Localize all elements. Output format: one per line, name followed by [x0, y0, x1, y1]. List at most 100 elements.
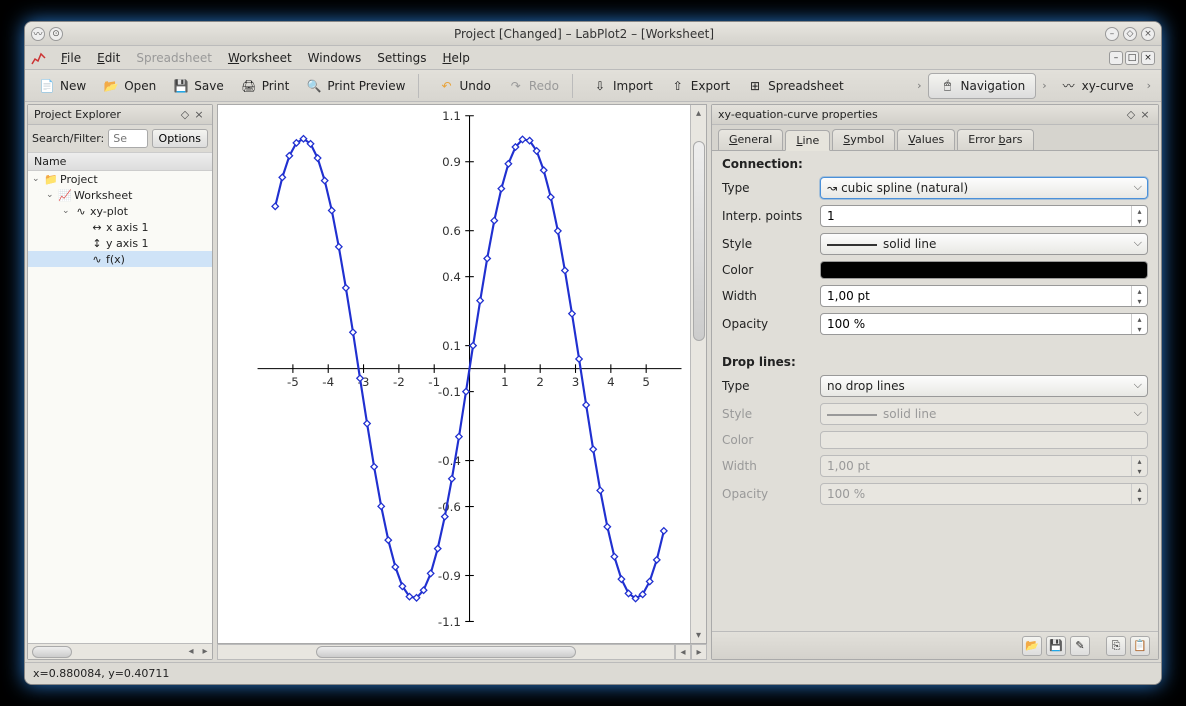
tree-header-name[interactable]: Name — [28, 152, 212, 171]
menu-spreadsheet: Spreadsheet — [130, 49, 218, 67]
explorer-hscrollbar[interactable]: ◂▸ — [28, 643, 212, 659]
project-explorer-panel: Project Explorer ◇ × Search/Filter: Opti… — [27, 104, 213, 660]
app-menu-icon[interactable]: 〰 — [31, 27, 45, 41]
svg-text:0.9: 0.9 — [442, 155, 461, 169]
style-label: Style — [722, 237, 812, 251]
folder-open-button[interactable]: 📂 — [1022, 636, 1042, 656]
property-tabs: General Line Symbol Values Error bars — [712, 125, 1158, 151]
plot-vscrollbar[interactable]: ▴▾ — [690, 105, 706, 643]
menubar: File Edit Spreadsheet Worksheet Windows … — [25, 46, 1161, 70]
tab-errorbars[interactable]: Error bars — [957, 129, 1033, 150]
save-template-button[interactable]: 💾 — [1046, 636, 1066, 656]
svg-text:5: 5 — [642, 375, 650, 389]
project-explorer-title: Project Explorer — [34, 108, 121, 121]
panel-close-icon[interactable]: × — [192, 108, 206, 122]
drop-type-label: Type — [722, 379, 812, 393]
copy-button[interactable]: ⎘ — [1106, 636, 1126, 656]
xycurve-button[interactable]: 〰xy-curve — [1053, 73, 1141, 99]
svg-text:1.1: 1.1 — [442, 109, 461, 123]
svg-text:0.1: 0.1 — [442, 339, 461, 353]
tree-item-xaxis[interactable]: ↔x axis 1 — [28, 219, 212, 235]
svg-text:-0.9: -0.9 — [438, 569, 461, 583]
connection-style-select[interactable]: solid line — [820, 233, 1148, 255]
tree-item-yaxis[interactable]: ↕y axis 1 — [28, 235, 212, 251]
droplines-heading: Drop lines: — [722, 355, 1148, 369]
properties-panel: xy-equation-curve properties ◇ × General… — [711, 104, 1159, 660]
connection-color-picker[interactable] — [820, 261, 1148, 279]
spreadsheet-button[interactable]: ⊞Spreadsheet — [739, 73, 851, 99]
print-preview-button[interactable]: 🔍Print Preview — [298, 73, 412, 99]
scroll-right-icon[interactable]: ▸ — [691, 644, 707, 660]
close-icon[interactable]: × — [1141, 27, 1155, 41]
tree-item-fx[interactable]: ∿f(x) — [28, 251, 212, 267]
chart-svg: -5-4-3-2-112345-1.1-0.9-0.6-0.4-0.10.10.… — [218, 105, 706, 643]
interp-label: Interp. points — [722, 209, 812, 223]
import-button[interactable]: ⇩Import — [584, 73, 660, 99]
paste-button[interactable]: 📋 — [1130, 636, 1150, 656]
titlebar[interactable]: 〰 ⊙ Project [Changed] – LabPlot2 – [Work… — [25, 22, 1161, 46]
scroll-left-icon[interactable]: ◂ — [675, 644, 691, 660]
menu-settings[interactable]: Settings — [371, 49, 432, 67]
tree-item-worksheet[interactable]: ⌄📈Worksheet — [28, 187, 212, 203]
edit-button[interactable]: ✎ — [1070, 636, 1090, 656]
search-input[interactable] — [108, 129, 147, 148]
folder-icon: 📁 — [44, 172, 58, 186]
panel-float-icon[interactable]: ◇ — [1124, 108, 1138, 122]
connection-type-select[interactable]: ↝cubic spline (natural) — [820, 177, 1148, 199]
tab-values[interactable]: Values — [897, 129, 955, 150]
chevron-right-icon[interactable]: › — [1143, 79, 1155, 92]
search-label: Search/Filter: — [32, 132, 104, 145]
minimize-icon[interactable]: – — [1105, 27, 1119, 41]
menu-windows[interactable]: Windows — [302, 49, 368, 67]
menu-file[interactable]: File — [55, 49, 87, 67]
save-button[interactable]: 💾Save — [165, 73, 230, 99]
panel-close-icon[interactable]: × — [1138, 108, 1152, 122]
connection-width-input[interactable]: ▴▾ — [820, 285, 1148, 307]
svg-text:0.4: 0.4 — [442, 270, 461, 284]
drop-color-label: Color — [722, 433, 812, 447]
svg-text:-5: -5 — [287, 375, 299, 389]
panel-float-icon[interactable]: ◇ — [178, 108, 192, 122]
tab-symbol[interactable]: Symbol — [832, 129, 895, 150]
options-button[interactable]: Options — [152, 129, 208, 148]
menu-worksheet[interactable]: Worksheet — [222, 49, 298, 67]
print-icon: 🖨 — [240, 77, 258, 95]
chevron-right-icon[interactable]: › — [913, 79, 925, 92]
plot-hscrollbar[interactable] — [217, 644, 675, 660]
project-tree[interactable]: ⌄📁Project ⌄📈Worksheet ⌄∿xy-plot ↔x axis … — [28, 171, 212, 643]
chevron-right-icon[interactable]: › — [1038, 79, 1050, 92]
connection-opacity-input[interactable]: ▴▾ — [820, 313, 1148, 335]
plot-canvas[interactable]: -5-4-3-2-112345-1.1-0.9-0.6-0.4-0.10.10.… — [217, 104, 707, 644]
tree-item-project[interactable]: ⌄📁Project — [28, 171, 212, 187]
mouse-icon: 🖱 — [939, 77, 957, 95]
mdi-close-icon[interactable]: × — [1141, 51, 1155, 65]
tree-item-xyplot[interactable]: ⌄∿xy-plot — [28, 203, 212, 219]
navigation-button[interactable]: 🖱Navigation — [928, 73, 1037, 99]
menu-help[interactable]: Help — [436, 49, 475, 67]
tab-general[interactable]: General — [718, 129, 783, 150]
mdi-maximize-icon[interactable]: □ — [1125, 51, 1139, 65]
svg-text:-0.6: -0.6 — [438, 500, 461, 514]
save-icon: 💾 — [172, 77, 190, 95]
tab-line[interactable]: Line — [785, 130, 830, 151]
new-button[interactable]: 📄New — [31, 73, 93, 99]
open-button[interactable]: 📂Open — [95, 73, 163, 99]
droplines-width-input: ▴▾ — [820, 455, 1148, 477]
mdi-minimize-icon[interactable]: – — [1109, 51, 1123, 65]
pin-icon[interactable]: ⊙ — [49, 27, 63, 41]
undo-button[interactable]: ↶Undo — [430, 73, 497, 99]
svg-text:1: 1 — [501, 375, 509, 389]
export-button[interactable]: ⇧Export — [662, 73, 737, 99]
menu-edit[interactable]: Edit — [91, 49, 126, 67]
type-label: Type — [722, 181, 812, 195]
open-icon: 📂 — [102, 77, 120, 95]
maximize-icon[interactable]: ◇ — [1123, 27, 1137, 41]
interp-points-input[interactable]: ▴▾ — [820, 205, 1148, 227]
droplines-type-select[interactable]: no drop lines — [820, 375, 1148, 397]
drop-opacity-label: Opacity — [722, 487, 812, 501]
print-button[interactable]: 🖨Print — [233, 73, 297, 99]
spreadsheet-icon: ⊞ — [746, 77, 764, 95]
status-bar: x=0.880084, y=0.40711 — [25, 662, 1161, 684]
redo-icon: ↷ — [507, 77, 525, 95]
undo-icon: ↶ — [437, 77, 455, 95]
